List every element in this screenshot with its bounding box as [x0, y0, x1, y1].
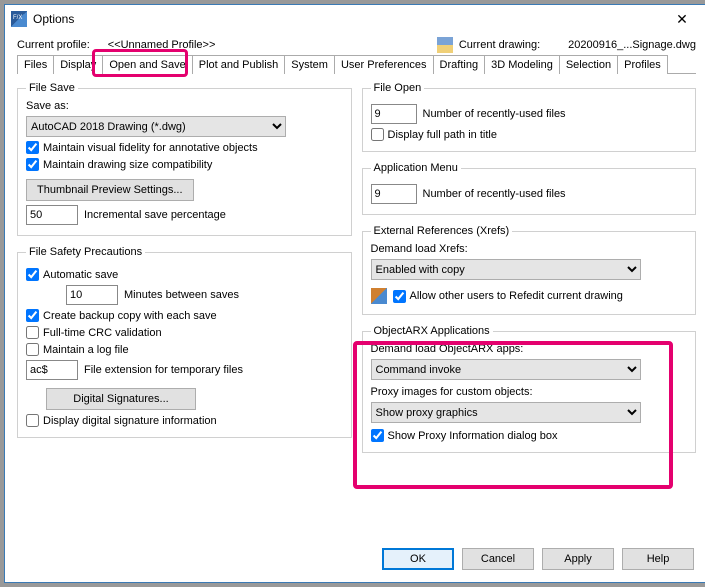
temp-file-extension-input[interactable] [26, 360, 78, 380]
maintain-visual-fidelity-checkbox[interactable]: Maintain visual fidelity for annotative … [26, 141, 258, 154]
display-full-path-checkbox[interactable]: Display full path in title [371, 128, 497, 141]
file-open-recent-label: Number of recently-used files [423, 108, 566, 120]
temp-file-extension-label: File extension for temporary files [84, 364, 243, 376]
current-drawing-name: 20200916_...Signage.dwg [568, 39, 696, 51]
app-menu-recent-label: Number of recently-used files [423, 188, 566, 200]
group-objectarx: ObjectARX Applications Demand load Objec… [362, 325, 697, 453]
minutes-between-saves-label: Minutes between saves [124, 289, 239, 301]
show-proxy-info-checkbox[interactable]: Show Proxy Information dialog box [371, 429, 558, 442]
maintain-visual-fidelity-input[interactable] [26, 141, 39, 154]
window-title: Options [33, 12, 662, 26]
right-column: File Open Number of recently-used files … [362, 82, 697, 534]
app-menu-recent-input[interactable] [371, 184, 417, 204]
tab-profiles[interactable]: Profiles [617, 55, 668, 74]
options-window: Options ✕ Current profile: <<Unnamed Pro… [4, 4, 705, 583]
create-backup-input[interactable] [26, 309, 39, 322]
demand-load-arx-label: Demand load ObjectARX apps: [371, 343, 688, 355]
profile-header: Current profile: <<Unnamed Profile>> Cur… [5, 33, 705, 55]
tab-3d-modeling[interactable]: 3D Modeling [484, 55, 560, 74]
legend-file-safety: File Safety Precautions [26, 246, 145, 258]
group-file-save: File Save Save as: AutoCAD 2018 Drawing … [17, 82, 352, 236]
display-signature-info-input[interactable] [26, 414, 39, 427]
current-drawing-label: Current drawing: [459, 39, 540, 51]
display-signature-info-checkbox[interactable]: Display digital signature information [26, 414, 217, 427]
digital-signatures-button[interactable]: Digital Signatures... [46, 388, 196, 410]
titlebar: Options ✕ [5, 5, 705, 33]
allow-refedit-input[interactable] [393, 290, 406, 303]
group-external-references: External References (Xrefs) Demand load … [362, 225, 697, 315]
file-open-recent-input[interactable] [371, 104, 417, 124]
apply-button[interactable]: Apply [542, 548, 614, 570]
incremental-save-label: Incremental save percentage [84, 209, 226, 221]
create-backup-checkbox[interactable]: Create backup copy with each save [26, 309, 217, 322]
automatic-save-checkbox[interactable]: Automatic save [26, 268, 118, 281]
tab-open-and-save[interactable]: Open and Save [102, 55, 192, 74]
tab-drafting[interactable]: Drafting [433, 55, 486, 74]
ok-button[interactable]: OK [382, 548, 454, 570]
demand-load-xrefs-select[interactable]: Enabled with copy [371, 259, 641, 280]
group-file-safety: File Safety Precautions Automatic save M… [17, 246, 352, 438]
legend-external-references: External References (Xrefs) [371, 225, 513, 237]
proxy-images-select[interactable]: Show proxy graphics [371, 402, 641, 423]
legend-objectarx: ObjectARX Applications [371, 325, 493, 337]
tab-display[interactable]: Display [53, 55, 103, 74]
tab-user-preferences[interactable]: User Preferences [334, 55, 434, 74]
thumbnail-preview-button[interactable]: Thumbnail Preview Settings... [26, 179, 194, 201]
demand-load-arx-select[interactable]: Command invoke [371, 359, 641, 380]
help-button[interactable]: Help [622, 548, 694, 570]
close-icon[interactable]: ✕ [662, 7, 702, 31]
current-profile-name: <<Unnamed Profile>> [108, 39, 216, 51]
legend-application-menu: Application Menu [371, 162, 461, 174]
tab-plot-and-publish[interactable]: Plot and Publish [192, 55, 286, 74]
demand-load-xrefs-label: Demand load Xrefs: [371, 243, 688, 255]
tab-files[interactable]: Files [17, 55, 54, 74]
cancel-button[interactable]: Cancel [462, 548, 534, 570]
minutes-between-saves-input[interactable] [66, 285, 118, 305]
tab-selection[interactable]: Selection [559, 55, 618, 74]
maintain-log-checkbox[interactable]: Maintain a log file [26, 343, 129, 356]
incremental-save-input[interactable] [26, 205, 78, 225]
display-full-path-input[interactable] [371, 128, 384, 141]
legend-file-open: File Open [371, 82, 425, 94]
maintain-drawing-size-checkbox[interactable]: Maintain drawing size compatibility [26, 158, 212, 171]
crc-validation-input[interactable] [26, 326, 39, 339]
show-proxy-info-input[interactable] [371, 429, 384, 442]
group-file-open: File Open Number of recently-used files … [362, 82, 697, 152]
xref-icon [371, 288, 387, 304]
group-application-menu: Application Menu Number of recently-used… [362, 162, 697, 215]
dialog-footer: OK Cancel Apply Help [5, 538, 705, 582]
drawing-icon [437, 37, 453, 53]
tab-system[interactable]: System [284, 55, 335, 74]
app-icon [11, 11, 27, 27]
legend-file-save: File Save [26, 82, 78, 94]
maintain-log-input[interactable] [26, 343, 39, 356]
current-profile-label: Current profile: [17, 39, 90, 51]
tab-strip: Files Display Open and Save Plot and Pub… [5, 55, 705, 74]
left-column: File Save Save as: AutoCAD 2018 Drawing … [17, 82, 352, 534]
proxy-images-label: Proxy images for custom objects: [371, 386, 688, 398]
automatic-save-input[interactable] [26, 268, 39, 281]
save-as-select[interactable]: AutoCAD 2018 Drawing (*.dwg) [26, 116, 286, 137]
save-as-label: Save as: [26, 100, 343, 112]
crc-validation-checkbox[interactable]: Full-time CRC validation [26, 326, 162, 339]
maintain-drawing-size-input[interactable] [26, 158, 39, 171]
tab-content: File Save Save as: AutoCAD 2018 Drawing … [5, 74, 705, 538]
allow-refedit-checkbox[interactable]: Allow other users to Refedit current dra… [393, 290, 623, 303]
